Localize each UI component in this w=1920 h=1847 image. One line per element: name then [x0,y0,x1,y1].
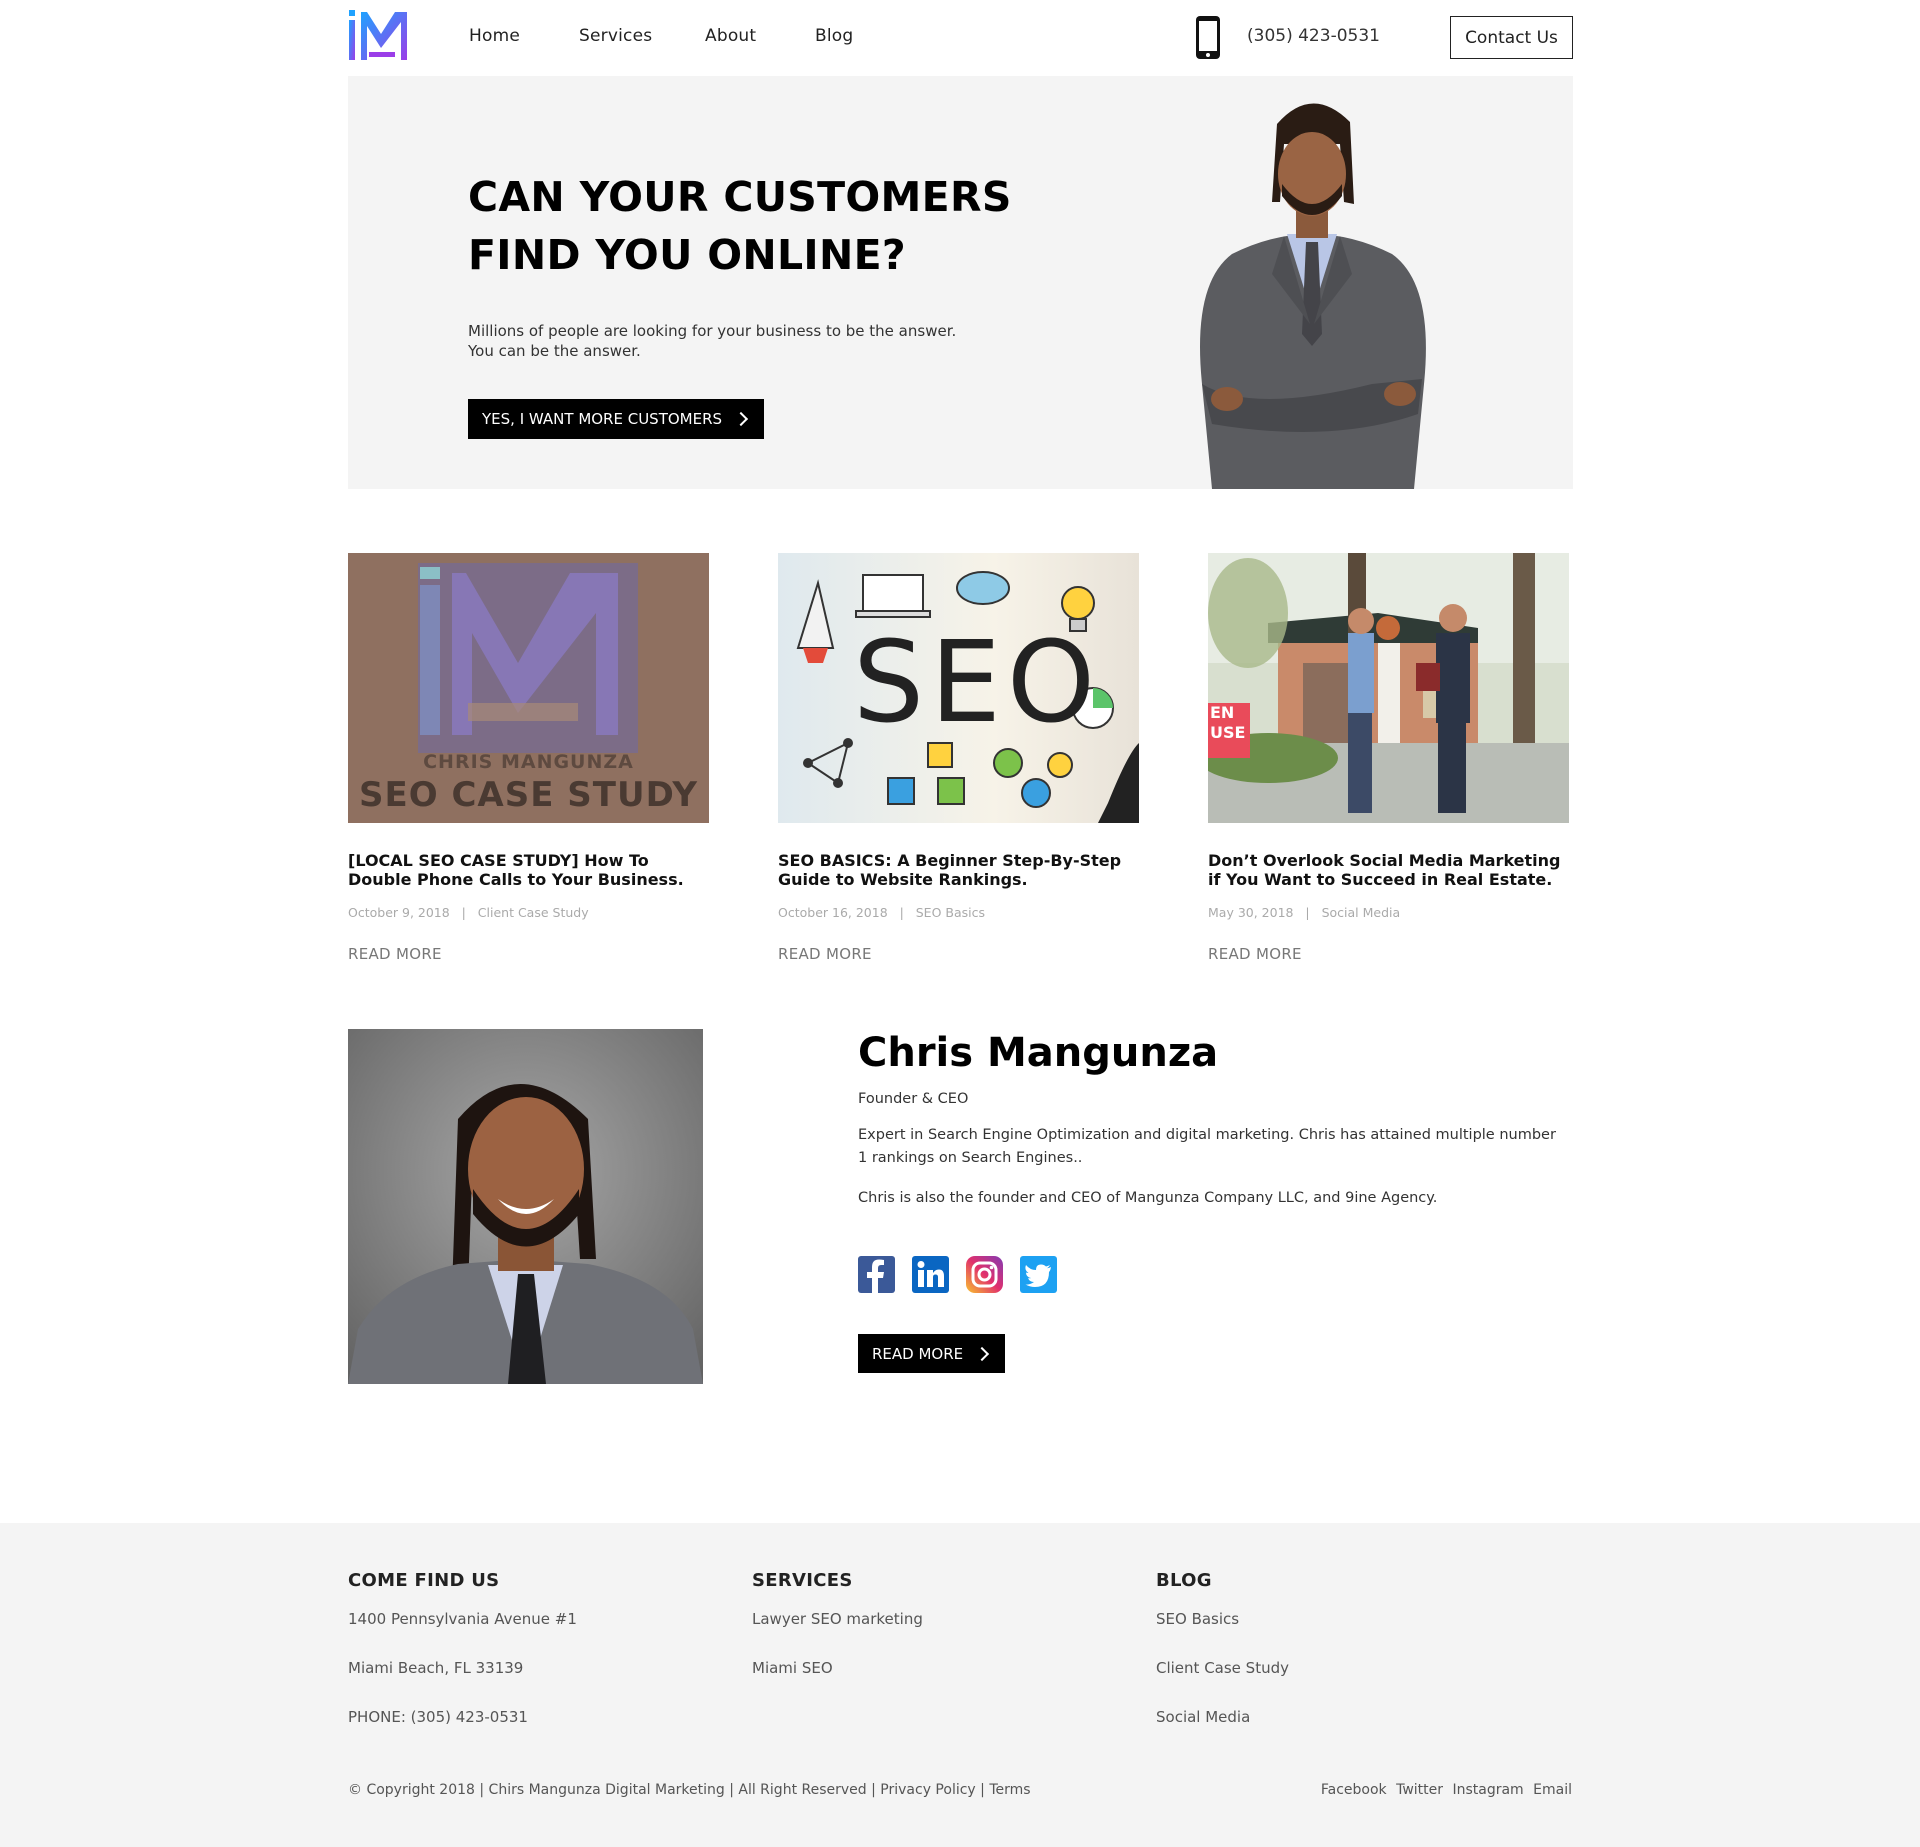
footer-link-lawyer-seo[interactable]: Lawyer SEO marketing [752,1610,923,1628]
meta-separator: | [891,905,912,920]
post-read-more-link[interactable]: READ MORE [778,945,872,963]
linkedin-icon[interactable] [912,1256,949,1293]
post-category[interactable]: Client Case Study [478,905,589,920]
post-category[interactable]: Social Media [1322,905,1401,920]
post-title[interactable]: Don’t Overlook Social Media Marketing if… [1208,851,1569,889]
founder-bio-2: Chris is also the founder and CEO of Man… [858,1190,1438,1206]
post-image-case-study[interactable]: CHRIS MANGUNZA SEO CASE STUDY [348,553,709,823]
post-read-more-link[interactable]: READ MORE [348,945,442,963]
terms-link[interactable]: Terms [989,1782,1030,1798]
footer-instagram-link[interactable]: Instagram [1452,1782,1523,1798]
chevron-right-icon [975,1346,990,1361]
post-image-real-estate[interactable]: EN USE [1208,553,1569,823]
footer-heading-find-us: COME FIND US [348,1570,500,1591]
post-date: October 9, 2018 [348,905,450,920]
post-image-caption-top: CHRIS MANGUNZA [423,751,634,773]
founder-portrait [348,1029,703,1384]
post-image-sign-text: EN USE [1210,703,1246,742]
footer-heading-services: SERVICES [752,1570,853,1591]
footer-link-client-case-study[interactable]: Client Case Study [1156,1659,1289,1677]
header-phone-number[interactable]: (305) 423-0531 [1247,26,1380,46]
about-read-more-label: READ MORE [872,1344,964,1363]
post-category[interactable]: SEO Basics [916,905,985,920]
hero-cta-label: YES, I WANT MORE CUSTOMERS [482,410,723,428]
chevron-right-icon [733,411,749,427]
copyright-line: © Copyright 2018 | Chirs Mangunza Digita… [348,1782,1031,1798]
nav-services[interactable]: Services [579,26,652,46]
hero-subtitle-line-2: You can be the answer. [468,342,641,360]
footer-facebook-link[interactable]: Facebook [1321,1782,1387,1798]
hero-subtitle: Millions of people are looking for your … [468,321,1028,361]
site-footer [0,1523,1920,1847]
footer-twitter-link[interactable]: Twitter [1396,1782,1443,1798]
post-title[interactable]: [LOCAL SEO CASE STUDY] How To Double Pho… [348,851,709,889]
founder-bio-1: Expert in Search Engine Optimization and… [858,1127,1556,1166]
post-image-seo-text: SEO [853,618,1102,748]
hero-cta-button[interactable]: YES, I WANT MORE CUSTOMERS [468,399,765,439]
privacy-policy-link[interactable]: Privacy Policy [880,1782,975,1798]
site-logo[interactable] [347,8,411,63]
twitter-icon[interactable] [1020,1256,1057,1293]
hero-title-line-1: CAN YOUR CUSTOMERS [468,173,1012,221]
footer-heading-blog: BLOG [1156,1570,1212,1591]
contact-us-button[interactable]: Contact Us [1450,16,1573,59]
post-date: October 16, 2018 [778,905,888,920]
post-meta: October 9, 2018 | Client Case Study [348,905,589,920]
founder-name: Chris Mangunza [858,1030,1219,1076]
meta-separator: | [1297,905,1318,920]
copyright-separator: | [980,1782,985,1798]
copyright-text: © Copyright 2018 | Chirs Mangunza Digita… [348,1782,876,1798]
footer-link-miami-seo[interactable]: Miami SEO [752,1659,833,1677]
hero-title: CAN YOUR CUSTOMERS FIND YOU ONLINE? [468,168,1088,284]
footer-link-social-media[interactable]: Social Media [1156,1708,1250,1726]
nav-blog[interactable]: Blog [815,26,853,46]
footer-social-links: Facebook Twitter Instagram Email [1316,1782,1572,1798]
founder-role: Founder & CEO [858,1091,969,1107]
footer-link-seo-basics[interactable]: SEO Basics [1156,1610,1239,1628]
facebook-icon[interactable] [858,1256,895,1293]
footer-address-line-2: Miami Beach, FL 33139 [348,1659,524,1677]
post-title[interactable]: SEO BASICS: A Beginner Step-By-Step Guid… [778,851,1139,889]
hero-title-line-2: FIND YOU ONLINE? [468,231,906,279]
footer-email-link[interactable]: Email [1533,1782,1572,1798]
hero-section: CAN YOUR CUSTOMERS FIND YOU ONLINE? Mill… [348,76,1573,489]
instagram-icon[interactable] [966,1256,1003,1293]
post-meta: May 30, 2018 | Social Media [1208,905,1400,920]
post-date: May 30, 2018 [1208,905,1294,920]
hero-subtitle-line-1: Millions of people are looking for your … [468,322,957,340]
post-image-seo-basics[interactable]: SEO [778,553,1139,823]
meta-separator: | [453,905,474,920]
about-read-more-button[interactable]: READ MORE [858,1334,1006,1373]
post-meta: October 16, 2018 | SEO Basics [778,905,985,920]
nav-about[interactable]: About [705,26,756,46]
footer-phone[interactable]: PHONE: (305) 423-0531 [348,1708,528,1726]
nav-home[interactable]: Home [469,26,520,46]
post-image-caption-bottom: SEO CASE STUDY [359,775,698,815]
footer-address-line-1: 1400 Pennsylvania Avenue #1 [348,1610,577,1628]
phone-icon [1195,15,1221,60]
hero-person-photo [1172,84,1452,489]
post-read-more-link[interactable]: READ MORE [1208,945,1302,963]
